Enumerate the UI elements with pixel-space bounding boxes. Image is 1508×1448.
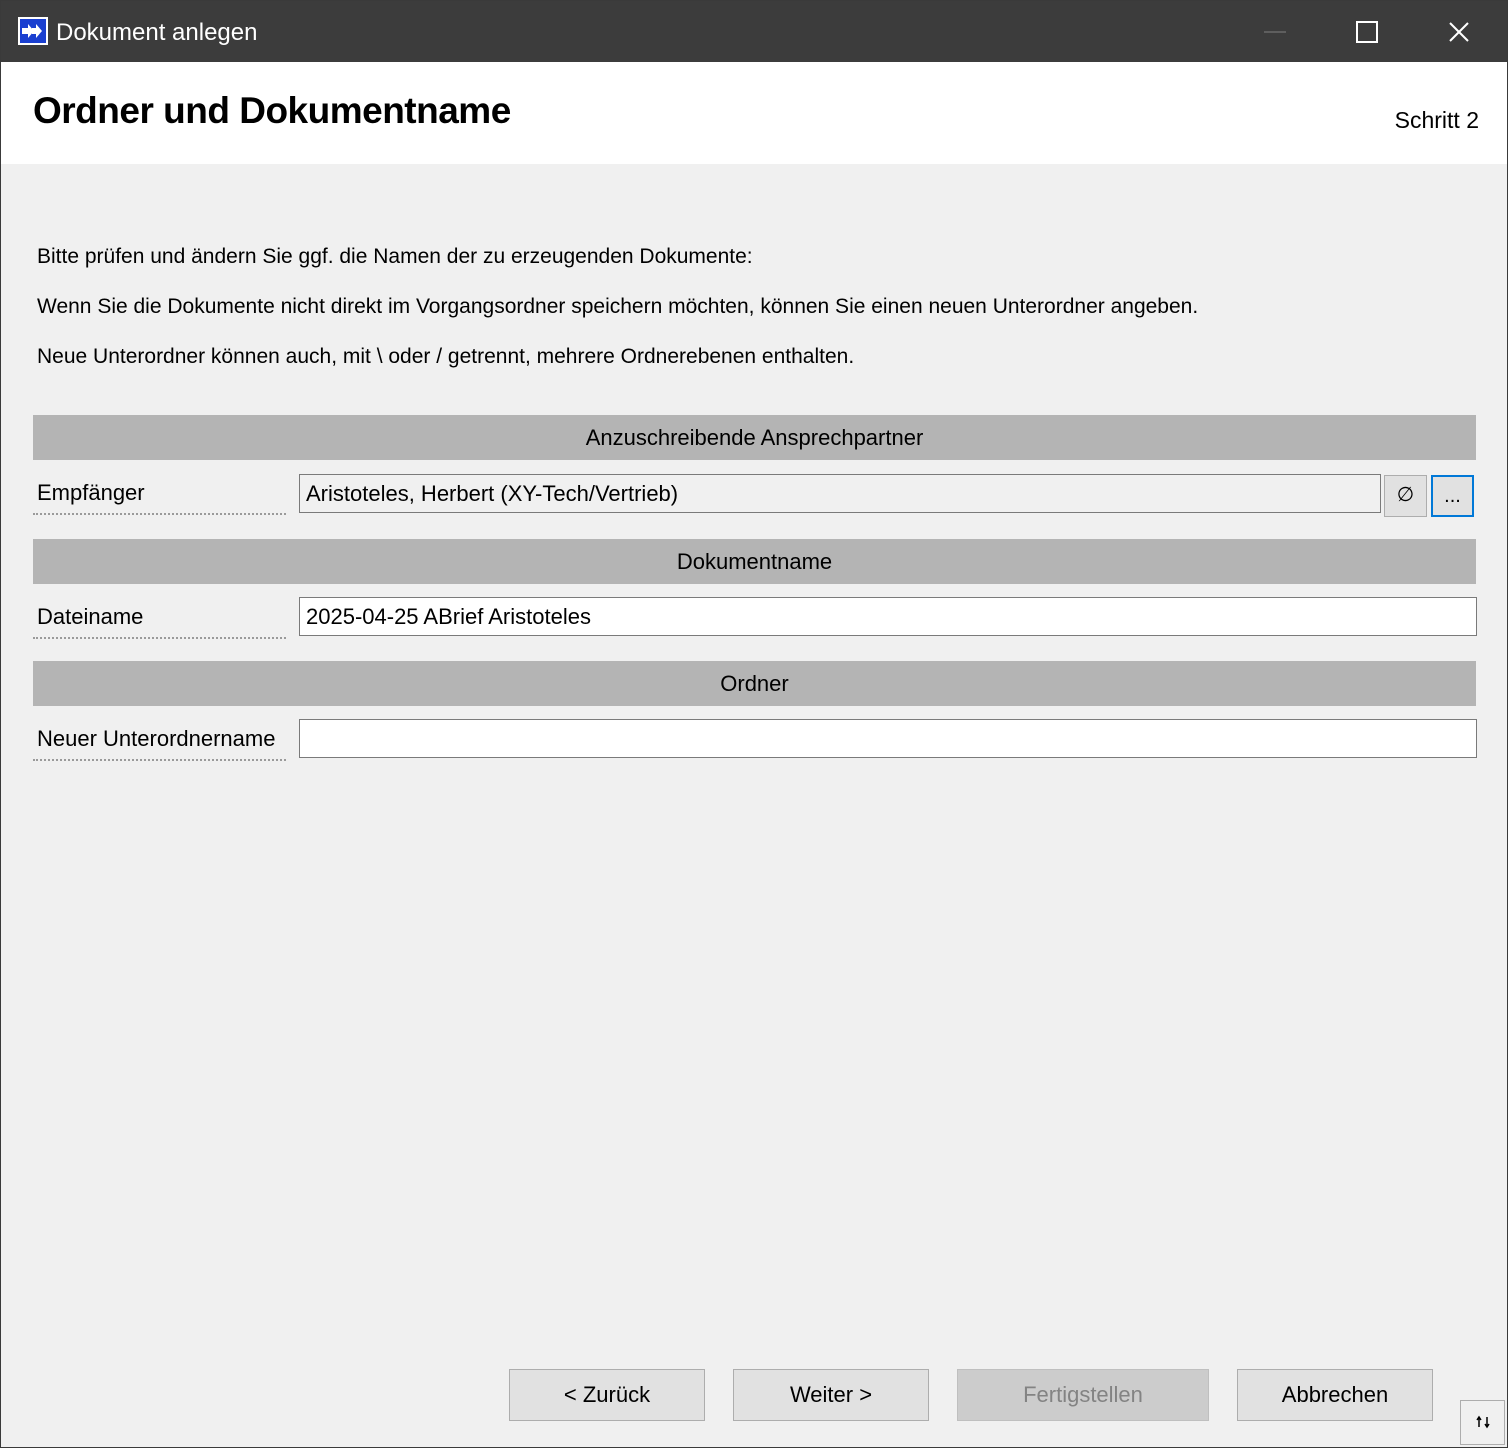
page-title: Ordner und Dokumentname: [33, 90, 511, 131]
subfolder-input[interactable]: [299, 719, 1477, 758]
section-header-recipients: Anzuschreibende Ansprechpartner: [33, 415, 1476, 460]
info-text-3: Neue Unterordner können auch, mit \ oder…: [37, 345, 855, 368]
section-header-folder: Ordner: [33, 661, 1476, 706]
next-button[interactable]: Weiter >: [733, 1369, 929, 1421]
close-button[interactable]: [1413, 1, 1505, 62]
back-button[interactable]: < Zurück: [509, 1369, 705, 1421]
resize-grip-icon[interactable]: [1460, 1400, 1505, 1445]
filename-input[interactable]: 2025-04-25 ABrief Aristoteles: [299, 597, 1477, 636]
filename-label: Dateiname: [33, 597, 286, 639]
recipient-label: Empfänger: [33, 473, 286, 515]
info-text-1: Bitte prüfen und ändern Sie ggf. die Nam…: [37, 245, 753, 268]
close-icon: [1449, 22, 1469, 42]
window-title: Dokument anlegen: [56, 19, 258, 46]
maximize-button[interactable]: [1321, 1, 1413, 62]
title-bar[interactable]: Dokument anlegen: [1, 1, 1507, 62]
step-indicator: Schritt 2: [1394, 107, 1479, 133]
cancel-button[interactable]: Abbrechen: [1237, 1369, 1433, 1421]
info-text-2: Wenn Sie die Dokumente nicht direkt im V…: [37, 295, 1199, 318]
minimize-icon: [1264, 31, 1286, 33]
dialog-window: Dokument anlegen Ordner und Dokumentname…: [0, 0, 1508, 1448]
maximize-icon: [1356, 21, 1378, 43]
minimize-button[interactable]: [1229, 1, 1321, 62]
finish-button[interactable]: Fertigstellen: [957, 1369, 1209, 1421]
section-header-document: Dokumentname: [33, 539, 1476, 584]
wizard-header: Ordner und Dokumentname Schritt 2: [1, 62, 1507, 164]
subfolder-label: Neuer Unterordnername: [33, 719, 286, 761]
browse-recipient-button[interactable]: ...: [1431, 475, 1474, 517]
clear-recipient-button[interactable]: ∅: [1384, 475, 1427, 517]
app-arrows-icon: [18, 17, 48, 45]
recipient-field[interactable]: Aristoteles, Herbert (XY-Tech/Vertrieb): [299, 474, 1381, 513]
empty-set-icon: ∅: [1396, 484, 1415, 506]
